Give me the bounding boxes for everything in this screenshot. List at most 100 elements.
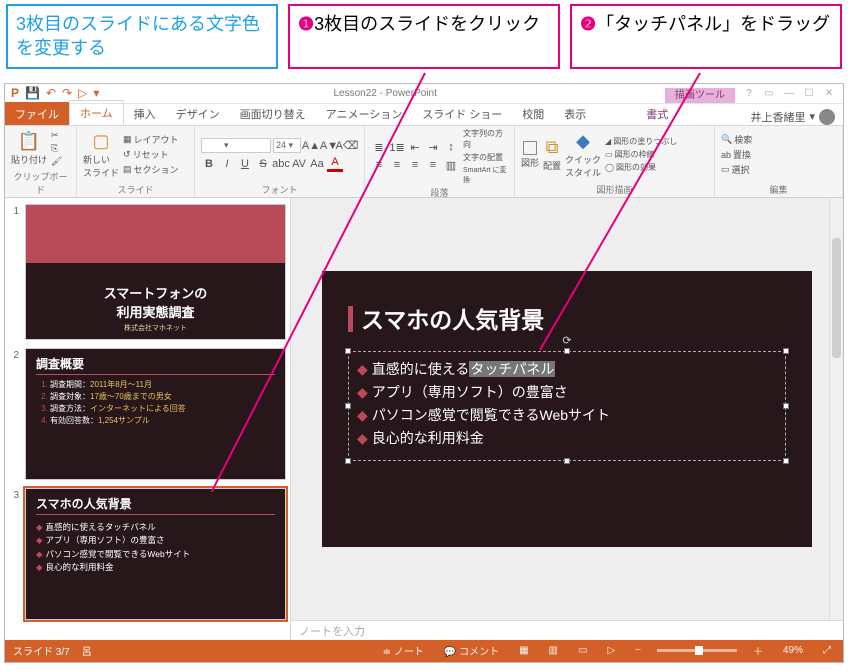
- copy-button[interactable]: ⎘: [51, 143, 62, 154]
- justify-button[interactable]: ≡: [425, 157, 441, 173]
- tab-animations[interactable]: アニメーション: [316, 102, 413, 125]
- close-icon[interactable]: ✕: [821, 88, 837, 99]
- grow-font-button[interactable]: A▲: [303, 138, 319, 154]
- select-button[interactable]: ▭選択: [721, 163, 752, 176]
- content-placeholder[interactable]: ⟳ 直感的に使えるタッチパネル アプリ（専用ソフト）の豊富さ パソコン感覚で閲覧…: [348, 351, 786, 461]
- ribbon-display-options-icon[interactable]: ▭: [761, 88, 777, 99]
- zoom-level[interactable]: 49%: [779, 645, 807, 656]
- align-right-button[interactable]: ≡: [407, 157, 423, 173]
- group-drawing: 図形 ⧉配置 ◆クイック スタイル ◢図形の塗りつぶし ▭図形の枠線 ◯図形の効…: [515, 126, 715, 197]
- thumbnail-slide-2[interactable]: 調査概要 調査期間：2011年8月～11月 調査対象：17歳～70歳までの男女 …: [25, 348, 286, 480]
- qat-undo-icon[interactable]: ↶: [46, 86, 56, 100]
- notes-toggle[interactable]: ≐ ノート: [379, 643, 428, 658]
- scrollbar-thumb[interactable]: [832, 238, 841, 358]
- change-case-button[interactable]: Aa: [309, 156, 325, 172]
- thumb3-title: スマホの人気背景: [36, 495, 275, 515]
- tab-view[interactable]: 表示: [554, 102, 596, 125]
- increase-indent-button[interactable]: ⇥: [425, 139, 441, 155]
- qat-redo-icon[interactable]: ↷: [62, 86, 72, 100]
- section-button[interactable]: ▤セクション: [123, 163, 179, 176]
- align-text-button[interactable]: 文字の配置: [463, 152, 508, 163]
- quick-styles-button[interactable]: ◆クイック スタイル: [565, 131, 601, 179]
- layout-button[interactable]: ▦レイアウト: [123, 133, 179, 146]
- arrange-button[interactable]: ⧉配置: [543, 137, 561, 172]
- font-family-select[interactable]: ▾: [201, 138, 271, 153]
- thumbnail-slide-3[interactable]: スマホの人気背景 直感的に使えるタッチパネル アプリ（専用ソフト）の豊富さ パソ…: [25, 488, 286, 620]
- new-slide-button[interactable]: ▢ 新しい スライド: [83, 131, 119, 179]
- help-icon[interactable]: ?: [741, 88, 757, 99]
- replace-button[interactable]: ab置換: [721, 148, 752, 161]
- bold-button[interactable]: B: [201, 156, 217, 172]
- zoom-slider-thumb[interactable]: [695, 646, 703, 655]
- contextual-tab-label: 描画ツール: [665, 88, 735, 103]
- minimize-icon[interactable]: —: [781, 88, 797, 99]
- strike-button[interactable]: S: [255, 156, 271, 172]
- qat-save-icon[interactable]: 💾: [25, 86, 40, 100]
- zoom-in-button[interactable]: ＋: [749, 643, 767, 658]
- fit-to-window-icon[interactable]: ⤢: [819, 645, 835, 656]
- shapes-button[interactable]: 図形: [521, 141, 539, 169]
- paste-button[interactable]: 📋 貼り付け: [11, 131, 47, 166]
- text-shadow-button[interactable]: abc: [273, 156, 289, 172]
- comments-toggle[interactable]: 💬 コメント: [440, 643, 503, 658]
- view-reading-icon[interactable]: ▭: [574, 645, 591, 656]
- tab-design[interactable]: デザイン: [166, 102, 230, 125]
- reset-button[interactable]: ↺リセット: [123, 148, 179, 161]
- slide-title[interactable]: スマホの人気背景: [348, 301, 544, 335]
- convert-smartart-button[interactable]: SmartArt に変換: [463, 165, 508, 185]
- thumbnail-slide-1[interactable]: スマートフォンの 利用実態調査 株式会社マホネット: [25, 204, 286, 340]
- rotate-handle-icon[interactable]: ⟳: [562, 334, 571, 347]
- tab-slideshow[interactable]: スライド ショー: [412, 102, 512, 125]
- status-bar: スライド 3/7 呂 ≐ ノート 💬 コメント ▦ ▥ ▭ ▷ − ＋ 49% …: [5, 640, 843, 662]
- bullet-1-selection[interactable]: タッチパネル: [469, 361, 555, 377]
- instruction-step-1: ❶3枚目のスライドをクリック: [288, 4, 560, 69]
- maximize-icon[interactable]: ☐: [801, 88, 817, 99]
- font-color-button[interactable]: A: [327, 156, 343, 172]
- text-direction-button[interactable]: 文字列の方向: [463, 128, 508, 150]
- instruction-step-2: ❷「タッチパネル」をドラッグ: [570, 4, 842, 69]
- thumb2-item-3: 調査方法：インターネットによる回答: [50, 403, 275, 415]
- find-button[interactable]: 🔍検索: [721, 133, 752, 146]
- bullet-4[interactable]: 良心的な利用料金: [357, 427, 777, 450]
- numbering-button[interactable]: 1≣: [389, 139, 405, 155]
- shape-fill-button[interactable]: ◢図形の塗りつぶし: [605, 136, 677, 147]
- font-size-select[interactable]: 24 ▾: [273, 138, 301, 153]
- slide-indicator[interactable]: スライド 3/7: [13, 643, 70, 658]
- qat-customize-icon[interactable]: ▾: [93, 86, 99, 100]
- bullet-2[interactable]: アプリ（専用ソフト）の豊富さ: [357, 381, 777, 404]
- account-area[interactable]: 井上香緒里 ▾: [742, 109, 843, 125]
- tab-home[interactable]: ホーム: [69, 100, 124, 125]
- tab-file[interactable]: ファイル: [5, 102, 69, 125]
- shape-outline-button[interactable]: ▭図形の枠線: [605, 149, 677, 160]
- qat-slideshow-icon[interactable]: ▷: [78, 86, 87, 100]
- view-normal-icon[interactable]: ▦: [515, 645, 532, 656]
- zoom-slider[interactable]: [657, 649, 737, 652]
- tab-review[interactable]: 校閲: [512, 102, 554, 125]
- decrease-indent-button[interactable]: ⇤: [407, 139, 423, 155]
- zoom-out-button[interactable]: −: [631, 645, 645, 656]
- step2-text: 「タッチパネル」をドラッグ: [596, 14, 830, 34]
- spellcheck-icon[interactable]: 呂: [82, 643, 92, 658]
- format-painter-button[interactable]: 🖌: [51, 156, 62, 167]
- columns-button[interactable]: ▥: [443, 157, 459, 173]
- slide-canvas[interactable]: スマホの人気背景 ⟳ 直感的に使えるタッチパネル アプリ（専用ソフト）の豊富さ …: [291, 198, 843, 620]
- window-controls: ? ▭ — ☐ ✕: [735, 88, 843, 99]
- view-sorter-icon[interactable]: ▥: [545, 645, 562, 656]
- bullet-3[interactable]: パソコン感覚で閲覧できるWebサイト: [357, 404, 777, 427]
- view-slideshow-icon[interactable]: ▷: [603, 645, 619, 656]
- italic-button[interactable]: I: [219, 156, 235, 172]
- tab-transitions[interactable]: 画面切り替え: [230, 102, 316, 125]
- notes-pane[interactable]: ノートを入力: [291, 620, 843, 640]
- align-center-button[interactable]: ≡: [389, 157, 405, 173]
- line-spacing-button[interactable]: ↕: [443, 139, 459, 155]
- bullet-1[interactable]: 直感的に使えるタッチパネル: [357, 358, 777, 381]
- slide-3[interactable]: スマホの人気背景 ⟳ 直感的に使えるタッチパネル アプリ（専用ソフト）の豊富さ …: [322, 271, 812, 547]
- clear-formatting-button[interactable]: A⌫: [339, 138, 355, 154]
- vertical-scrollbar[interactable]: [829, 198, 843, 620]
- underline-button[interactable]: U: [237, 156, 253, 172]
- tab-insert[interactable]: 挿入: [124, 102, 166, 125]
- cut-button[interactable]: ✂: [51, 130, 62, 141]
- step1-badge: ❶: [298, 14, 314, 34]
- char-spacing-button[interactable]: AV: [291, 156, 307, 172]
- find-label: 検索: [734, 133, 752, 146]
